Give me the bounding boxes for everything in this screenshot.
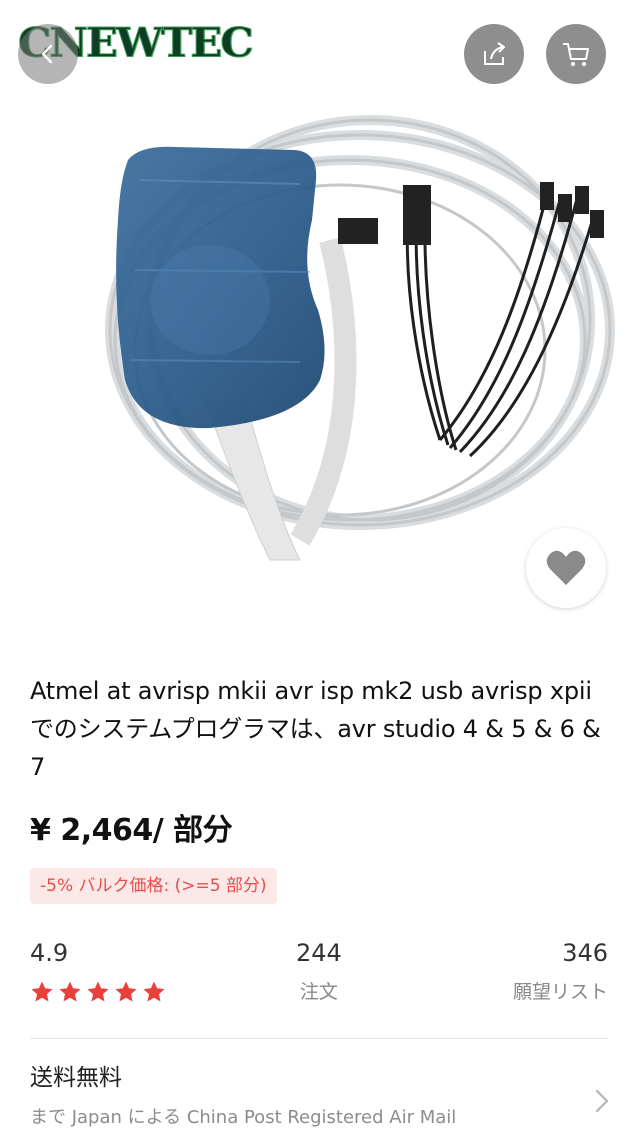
product-stats: 4.9 244 注文 346 願望リスト bbox=[30, 936, 608, 1016]
shipping-row[interactable]: 送料無料 まで Japan による China Post Registered … bbox=[30, 1062, 620, 1130]
cart-icon bbox=[563, 43, 589, 66]
rating-summary[interactable]: 4.9 bbox=[30, 936, 166, 1004]
orders-label: 注文 bbox=[299, 981, 338, 1003]
chevron-left-icon bbox=[41, 44, 53, 64]
wishlist-label: 願望リスト bbox=[512, 981, 608, 1003]
product-price: ¥ 2,464/ 部分 bbox=[30, 813, 233, 848]
bulk-price-badge: -5% バルク価格: (>=5 部分) bbox=[30, 868, 277, 904]
wishlist-stat: 346 願望リスト bbox=[513, 936, 608, 1004]
star-icon bbox=[115, 981, 137, 1002]
share-button[interactable] bbox=[464, 24, 524, 84]
share-icon bbox=[484, 42, 505, 65]
shipping-detail: まで Japan による China Post Registered Air M… bbox=[30, 1107, 457, 1128]
back-button[interactable] bbox=[18, 24, 78, 84]
star-icon bbox=[31, 981, 53, 1002]
star-icon bbox=[59, 981, 81, 1002]
orders-stat: 244 注文 bbox=[296, 936, 342, 1004]
rating-value: 4.9 bbox=[30, 939, 69, 967]
heart-icon bbox=[546, 550, 586, 585]
star-icon bbox=[87, 981, 109, 1002]
product-image-gallery[interactable]: CNEWTEC bbox=[0, 0, 638, 640]
wishlist-button[interactable] bbox=[526, 528, 606, 608]
wishlist-count: 346 bbox=[562, 939, 608, 967]
divider bbox=[30, 1038, 608, 1039]
orders-count: 244 bbox=[296, 939, 342, 967]
star-icon bbox=[143, 981, 165, 1002]
cart-button[interactable] bbox=[546, 24, 606, 84]
shipping-title: 送料無料 bbox=[30, 1065, 122, 1091]
product-title: Atmel at avrisp mkii avr isp mk2 usb avr… bbox=[30, 677, 601, 781]
chevron-right-icon bbox=[595, 1089, 609, 1113]
star-rating bbox=[30, 980, 166, 1004]
